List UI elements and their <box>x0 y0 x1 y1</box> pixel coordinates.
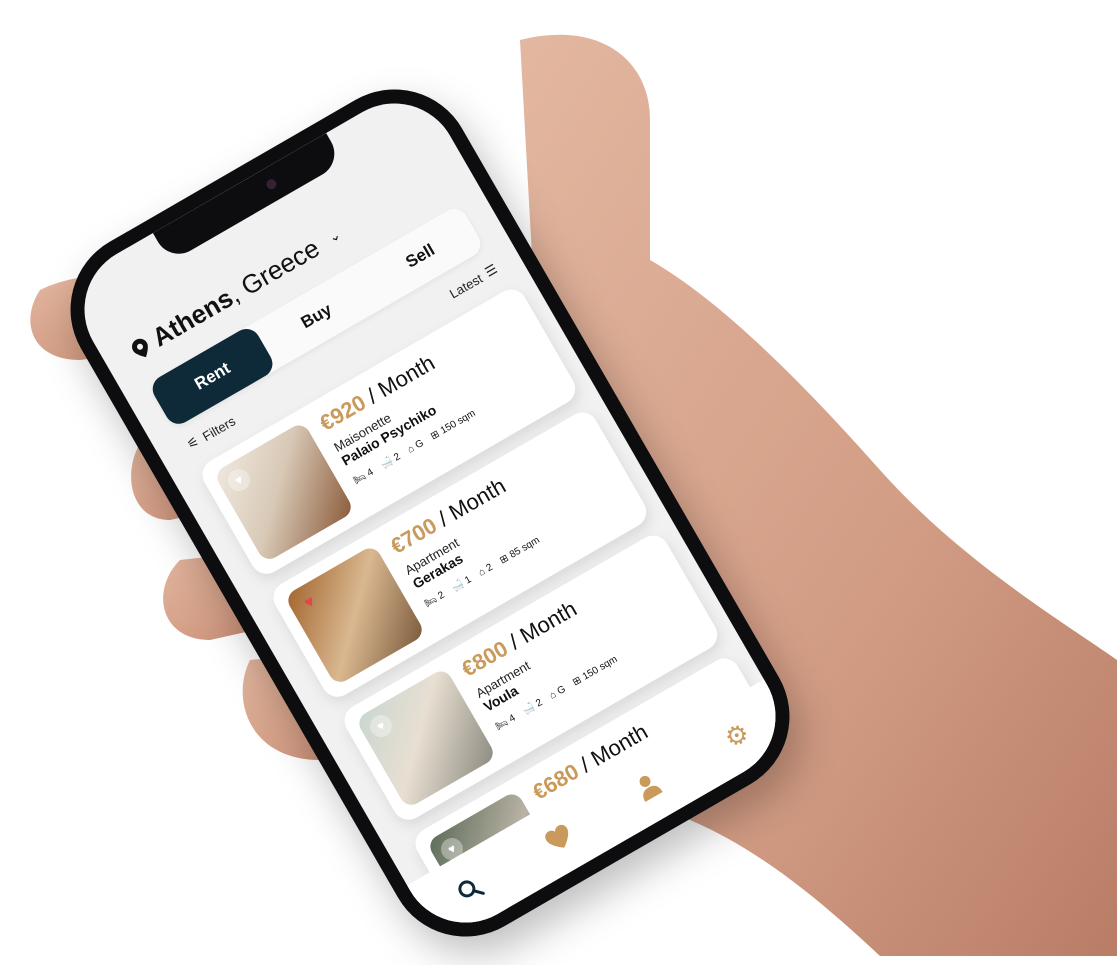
size-value: 150 sqm <box>580 653 620 683</box>
area-icon: ⊞ <box>428 428 442 443</box>
camera-dot <box>264 177 279 192</box>
nav-profile-button[interactable] <box>624 764 670 810</box>
sort-label: Latest <box>446 270 485 302</box>
user-icon <box>639 776 663 803</box>
search-icon <box>457 880 485 898</box>
heart-icon[interactable]: ♥ <box>223 465 254 496</box>
floor-value: G <box>413 437 426 452</box>
bed-icon: 🛏 <box>351 471 369 487</box>
bath-icon: 🛁 <box>520 701 538 718</box>
floor-value: G <box>555 683 568 698</box>
bath-icon: 🛁 <box>378 455 396 472</box>
nav-search-button[interactable] <box>446 867 492 913</box>
area-icon: ⊞ <box>570 674 584 689</box>
bed-icon: 🛏 <box>493 716 511 733</box>
chevron-down-icon: ⌄ <box>325 225 344 246</box>
sort-lines-icon: ☰ <box>482 261 500 280</box>
gear-icon: ⚙ <box>718 716 755 754</box>
area-icon: ⊞ <box>497 552 511 567</box>
filters-label: Filters <box>199 412 238 444</box>
bath-icon: 🛁 <box>449 578 467 595</box>
size-value: 150 sqm <box>438 407 478 437</box>
nav-settings-button[interactable]: ⚙ <box>714 712 760 758</box>
sort-button[interactable]: Latest ☰ <box>446 261 500 301</box>
bedrooms-count: 4 <box>365 466 376 480</box>
floor-value: 2 <box>484 561 495 575</box>
nav-favorites-button[interactable] <box>535 815 581 861</box>
heart-icon[interactable]: ♥ <box>295 588 325 618</box>
bed-icon: 🛏 <box>422 594 440 610</box>
size-value: 85 sqm <box>507 534 542 561</box>
bedrooms-count: 2 <box>436 589 447 603</box>
heart-icon[interactable]: ♥ <box>365 711 396 742</box>
filters-icon: ⚟ <box>184 433 202 453</box>
filters-button[interactable]: ⚟ Filters <box>184 413 238 453</box>
heart-icon <box>544 825 568 848</box>
location-pin-icon <box>131 338 148 357</box>
